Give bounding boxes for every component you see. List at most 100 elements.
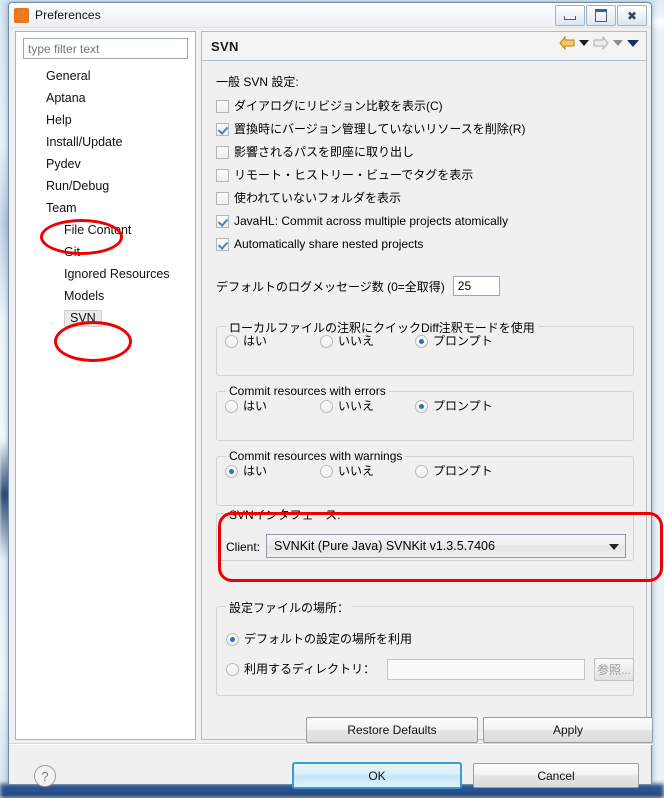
- preferences-tree-panel: General Aptana Help Install/Update Pydev Run/…: [15, 31, 196, 740]
- config-location-group: 設定ファイルの場所：: [216, 599, 634, 696]
- radio-use-custom-directory[interactable]: 利用するディレクトリ：: [226, 662, 375, 676]
- pane-menu-icon[interactable]: [627, 39, 639, 47]
- dialog-content: General Aptana Help Install/Update Pydev Run/…: [15, 31, 663, 743]
- sidebar-item-run-debug[interactable]: Run/Debug: [16, 175, 195, 197]
- sidebar-item-file-content[interactable]: File Content: [16, 219, 195, 241]
- ok-button[interactable]: OK: [292, 762, 462, 789]
- pane-navigation: [559, 36, 639, 50]
- checkbox-label: 置換時にバージョン管理していないリソースを削除(R): [234, 122, 526, 136]
- sidebar-item-label: File Content: [64, 223, 132, 237]
- svn-preferences-pane: SVN 一般 SVN 設定: ダイアログにリビジョン比較を表示(C) 置換時にバ…: [201, 31, 653, 743]
- general-settings-label: 一般 SVN 設定:: [216, 75, 299, 89]
- sidebar-item-models[interactable]: Models: [16, 285, 195, 307]
- footer-divider: [9, 743, 653, 745]
- dialog-body: General Aptana Help Install/Update Pydev Run/…: [9, 27, 663, 789]
- checkbox-row[interactable]: JavaHL: Commit across multiple projects …: [216, 214, 508, 228]
- sidebar-item-ignored-resources[interactable]: Ignored Resources: [16, 263, 195, 285]
- preferences-tree: General Aptana Help Install/Update Pydev Run/…: [16, 65, 195, 329]
- checkbox-row[interactable]: リモート・ヒストリー・ビューでタグを表示: [216, 168, 473, 182]
- checkbox-label: ダイアログにリビジョン比較を表示(C): [234, 99, 443, 113]
- radio-label: プロンプト: [433, 464, 493, 478]
- checkbox-label: リモート・ヒストリー・ビューでタグを表示: [234, 168, 474, 182]
- sidebar-item-team[interactable]: Team: [16, 197, 195, 219]
- checkbox-row[interactable]: 使われていないフォルダを表示: [216, 191, 401, 205]
- sidebar-item-install-update[interactable]: Install/Update: [16, 131, 195, 153]
- pane-header: SVN: [201, 31, 647, 61]
- radio-option[interactable]: いいえ: [320, 399, 374, 413]
- preferences-dialog: Preferences ✖ General Aptana Help Install/U…: [8, 2, 663, 789]
- sidebar-item-pydev[interactable]: Pydev: [16, 153, 195, 175]
- checkbox-indicator: [216, 191, 229, 205]
- sidebar-item-svn[interactable]: SVN: [16, 307, 195, 329]
- log-message-count-row: デフォルトのログメッセージ数 (0=全取得): [216, 276, 500, 296]
- radio-label: 利用するディレクトリ：: [244, 662, 376, 676]
- radio-indicator: [225, 334, 238, 348]
- radio-option[interactable]: プロンプト: [415, 464, 493, 478]
- radio-option[interactable]: はい: [225, 399, 267, 413]
- dialog-title: Preferences: [35, 8, 101, 22]
- sidebar-item-aptana[interactable]: Aptana: [16, 87, 195, 109]
- radio-label: はい: [243, 334, 268, 348]
- sidebar-item-label: Help: [46, 113, 72, 127]
- radio-option[interactable]: プロンプト: [415, 334, 493, 348]
- back-arrow-icon[interactable]: [559, 36, 575, 50]
- sidebar-item-git[interactable]: Git: [16, 241, 195, 263]
- radio-group: Commit resources with errors はい いいえ プロンプト: [216, 384, 634, 441]
- log-message-count-input[interactable]: [452, 276, 500, 296]
- minimize-icon: [564, 15, 576, 20]
- checkbox-row[interactable]: ダイアログにリビジョン比較を表示(C): [216, 99, 443, 113]
- browse-button[interactable]: 参照...: [594, 658, 634, 681]
- page-title: SVN: [211, 38, 239, 54]
- radio-option[interactable]: プロンプト: [415, 399, 493, 413]
- sidebar-item-label: Aptana: [46, 91, 86, 105]
- svn-client-select[interactable]: SVNKit (Pure Java) SVNKit v1.3.5.7406: [266, 534, 626, 558]
- dialog-titlebar: Preferences ✖: [9, 3, 651, 28]
- radio-group: ローカルファイルの注釈にクイックDiff注釈モードを使用 はい いいえ プロンプト: [216, 319, 634, 376]
- radio-label: はい: [243, 464, 268, 478]
- radio-indicator: [320, 334, 333, 348]
- radio-indicator: [415, 334, 428, 348]
- radio-group-title: Commit resources with errors: [226, 384, 389, 398]
- forward-arrow-icon[interactable]: [593, 36, 609, 50]
- minimize-button[interactable]: [555, 5, 585, 26]
- checkbox-label: JavaHL: Commit across multiple projects …: [234, 214, 509, 228]
- radio-label: いいえ: [338, 334, 375, 348]
- radio-label: プロンプト: [433, 334, 493, 348]
- client-label: Client:: [226, 540, 261, 554]
- apply-button[interactable]: Apply: [483, 717, 653, 743]
- search-input[interactable]: [23, 38, 188, 59]
- close-button[interactable]: ✖: [617, 5, 647, 26]
- checkbox-row[interactable]: 置換時にバージョン管理していないリソースを削除(R): [216, 122, 525, 136]
- sidebar-item-label: Ignored Resources: [64, 267, 170, 281]
- restore-defaults-button[interactable]: Restore Defaults: [306, 717, 478, 743]
- checkbox-label: 影響されるパスを即座に取り出し: [234, 145, 415, 159]
- maximize-button[interactable]: [586, 5, 616, 26]
- radio-indicator: [226, 662, 239, 676]
- radio-indicator: [225, 464, 238, 478]
- checkbox-row[interactable]: 影響されるパスを即座に取り出し: [216, 145, 414, 159]
- radio-option[interactable]: はい: [225, 334, 267, 348]
- radio-indicator: [226, 632, 239, 646]
- radio-indicator: [225, 399, 238, 413]
- cancel-button[interactable]: Cancel: [473, 763, 639, 788]
- log-message-count-label: デフォルトのログメッセージ数 (0=全取得): [216, 279, 445, 294]
- sidebar-item-general[interactable]: General: [16, 65, 195, 87]
- radio-group-title: Commit resources with warnings: [226, 449, 406, 463]
- close-icon: ✖: [626, 8, 638, 23]
- maximize-icon: [595, 9, 607, 22]
- radio-option[interactable]: はい: [225, 464, 267, 478]
- radio-option[interactable]: いいえ: [320, 334, 374, 348]
- radio-option[interactable]: いいえ: [320, 464, 374, 478]
- radio-label: デフォルトの設定の場所を利用: [244, 632, 413, 646]
- sidebar-item-help[interactable]: Help: [16, 109, 195, 131]
- forward-history-dropdown-icon[interactable]: [613, 40, 623, 46]
- back-history-dropdown-icon[interactable]: [579, 40, 589, 46]
- config-location-title: 設定ファイルの場所：: [226, 599, 353, 616]
- window-controls: ✖: [554, 5, 647, 26]
- checkbox-row[interactable]: Automatically share nested projects: [216, 237, 423, 251]
- help-icon[interactable]: ?: [34, 765, 56, 787]
- radio-use-default-config-location[interactable]: デフォルトの設定の場所を利用: [226, 632, 412, 646]
- config-directory-input[interactable]: [387, 659, 585, 680]
- radio-indicator: [320, 399, 333, 413]
- gear-icon: [14, 7, 29, 23]
